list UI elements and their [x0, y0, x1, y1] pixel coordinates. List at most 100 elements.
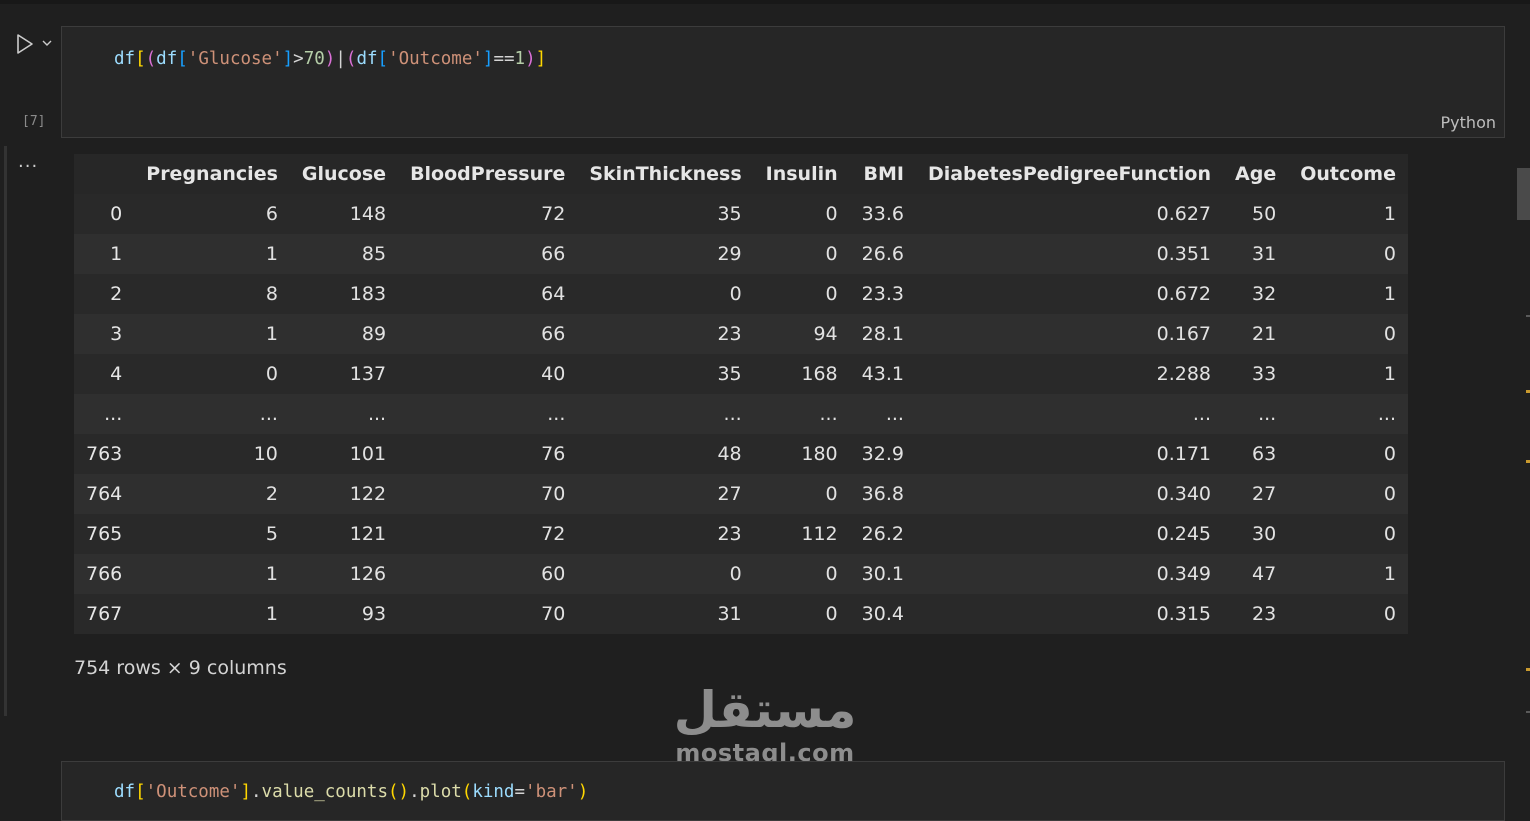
play-icon [17, 34, 33, 54]
table-cell: 0 [825, 283, 838, 305]
table-cell: 60 [541, 563, 566, 585]
code-token: [ [135, 49, 146, 69]
code-token: df [114, 49, 136, 69]
table-cell: 0 [729, 283, 742, 305]
vertical-scrollbar-thumb[interactable] [1517, 168, 1530, 220]
table-cell: 0.167 [1156, 323, 1212, 345]
table-cell: 8 [265, 283, 278, 305]
cell-language-label[interactable]: Python [1441, 113, 1496, 132]
table-cell: 5 [265, 523, 278, 545]
table-cell: 121 [349, 523, 387, 545]
table-cell: 48 [717, 443, 742, 465]
code-token: kind [472, 782, 515, 802]
table-cell: 64 [541, 283, 566, 305]
code-token: | [335, 49, 346, 69]
code-token: . [251, 782, 262, 802]
code-token: 'Glucose' [187, 49, 283, 69]
table-cell: 0.315 [1156, 603, 1212, 625]
table-cell: 70 [541, 603, 566, 625]
table-cell: 0.340 [1156, 483, 1212, 505]
table-cell: 183 [349, 283, 387, 305]
table-cell: 23.3 [861, 283, 904, 305]
table-cell: 1 [265, 243, 278, 265]
index-header [74, 154, 134, 194]
column-header: BMI [863, 163, 904, 185]
cell-focus-bar [4, 146, 7, 716]
window-top-border [0, 0, 1530, 4]
code-token: df [114, 782, 136, 802]
table-row: .............................. [74, 394, 1408, 434]
table-cell: 0 [1383, 483, 1396, 505]
table-cell: 0.171 [1156, 443, 1212, 465]
code-token: ] [282, 49, 294, 69]
table-cell: 180 [801, 443, 838, 465]
column-header: Outcome [1300, 163, 1396, 185]
table-cell: ... [885, 403, 904, 425]
code-line[interactable]: df['Outcome'].value_counts().plot(kind='… [114, 780, 588, 804]
table-cell: 10 [253, 443, 278, 465]
table-cell: 112 [801, 523, 838, 545]
table-cell: 1 [265, 603, 278, 625]
table-row: 0 6 148 72 35 0 33.6 0.627 50 1 [74, 194, 1408, 234]
table-cell: 66 [541, 323, 566, 345]
table-cell: 1 [265, 563, 278, 585]
table-cell: 101 [349, 443, 387, 465]
run-options-button[interactable] [40, 34, 56, 52]
code-token: ( [387, 782, 399, 802]
table-cell: ... [1258, 403, 1277, 425]
overview-ruler-mark [1526, 668, 1530, 671]
table-cell: 72 [541, 523, 566, 545]
table-cell: 30.1 [861, 563, 904, 585]
overview-ruler-mark [1526, 315, 1530, 317]
code-token: ( [145, 49, 157, 69]
row-index-cell: 1 [110, 243, 123, 265]
table-cell: 27 [717, 483, 742, 505]
output-more-actions-button[interactable]: ... [18, 152, 38, 172]
column-header: DiabetesPedigreeFunction [927, 163, 1212, 185]
column-header: Insulin [765, 163, 838, 185]
row-index-cell: 3 [110, 323, 123, 345]
table-cell: 29 [717, 243, 742, 265]
table-cell: 0 [825, 483, 838, 505]
table-cell: 0.245 [1156, 523, 1212, 545]
table-cell: 126 [349, 563, 387, 585]
table-cell: 35 [717, 203, 742, 225]
table-cell: 27 [1252, 483, 1277, 505]
chevron-down-icon [42, 40, 52, 46]
code-token: 'Outcome' [388, 49, 483, 69]
row-index-cell: 767 [86, 603, 123, 625]
row-index-cell: 0 [110, 203, 123, 225]
table-cell: 0 [1383, 243, 1396, 265]
watermark-arabic-text: مستقل [673, 681, 857, 739]
table-row: 2 8 183 64 0 0 23.3 0.672 32 1 [74, 274, 1408, 314]
table-cell: 1 [265, 323, 278, 345]
column-header: SkinThickness [589, 163, 742, 185]
table-cell: 0 [729, 563, 742, 585]
column-header: Pregnancies [146, 163, 278, 185]
code-token: df [156, 49, 178, 69]
code-cell-editor[interactable]: df['Outcome'].value_counts().plot(kind='… [61, 761, 1505, 821]
table-cell: 2 [265, 483, 278, 505]
row-index-cell: 764 [86, 483, 123, 505]
code-token: = [514, 782, 526, 802]
table-cell: 0 [265, 363, 278, 385]
column-header: BloodPressure [410, 163, 566, 185]
table-cell: 0 [1383, 443, 1396, 465]
run-cell-button[interactable] [14, 32, 40, 56]
table-cell: ... [367, 403, 387, 425]
table-row: 764 2 122 70 27 0 36.8 0.340 27 0 [74, 474, 1408, 514]
table-cell: 63 [1252, 443, 1277, 465]
code-token: ( [461, 782, 473, 802]
table-cell: 0.351 [1156, 243, 1212, 265]
table-cell: 33 [1252, 363, 1277, 385]
table-cell: 76 [541, 443, 566, 465]
mostaql-watermark: مستقل mostaql.com [672, 680, 858, 766]
code-line[interactable]: df[(df['Glucose']>70)|(df['Outcome']==1)… [114, 47, 546, 71]
table-cell: 148 [349, 203, 387, 225]
code-cell-editor[interactable]: df[(df['Glucose']>70)|(df['Outcome']==1)… [61, 26, 1505, 138]
table-cell: 89 [361, 323, 387, 345]
row-index-cell: 763 [86, 443, 123, 465]
table-cell: 23 [717, 323, 742, 345]
table-cell: ... [259, 403, 278, 425]
row-index-cell: 4 [110, 363, 123, 385]
